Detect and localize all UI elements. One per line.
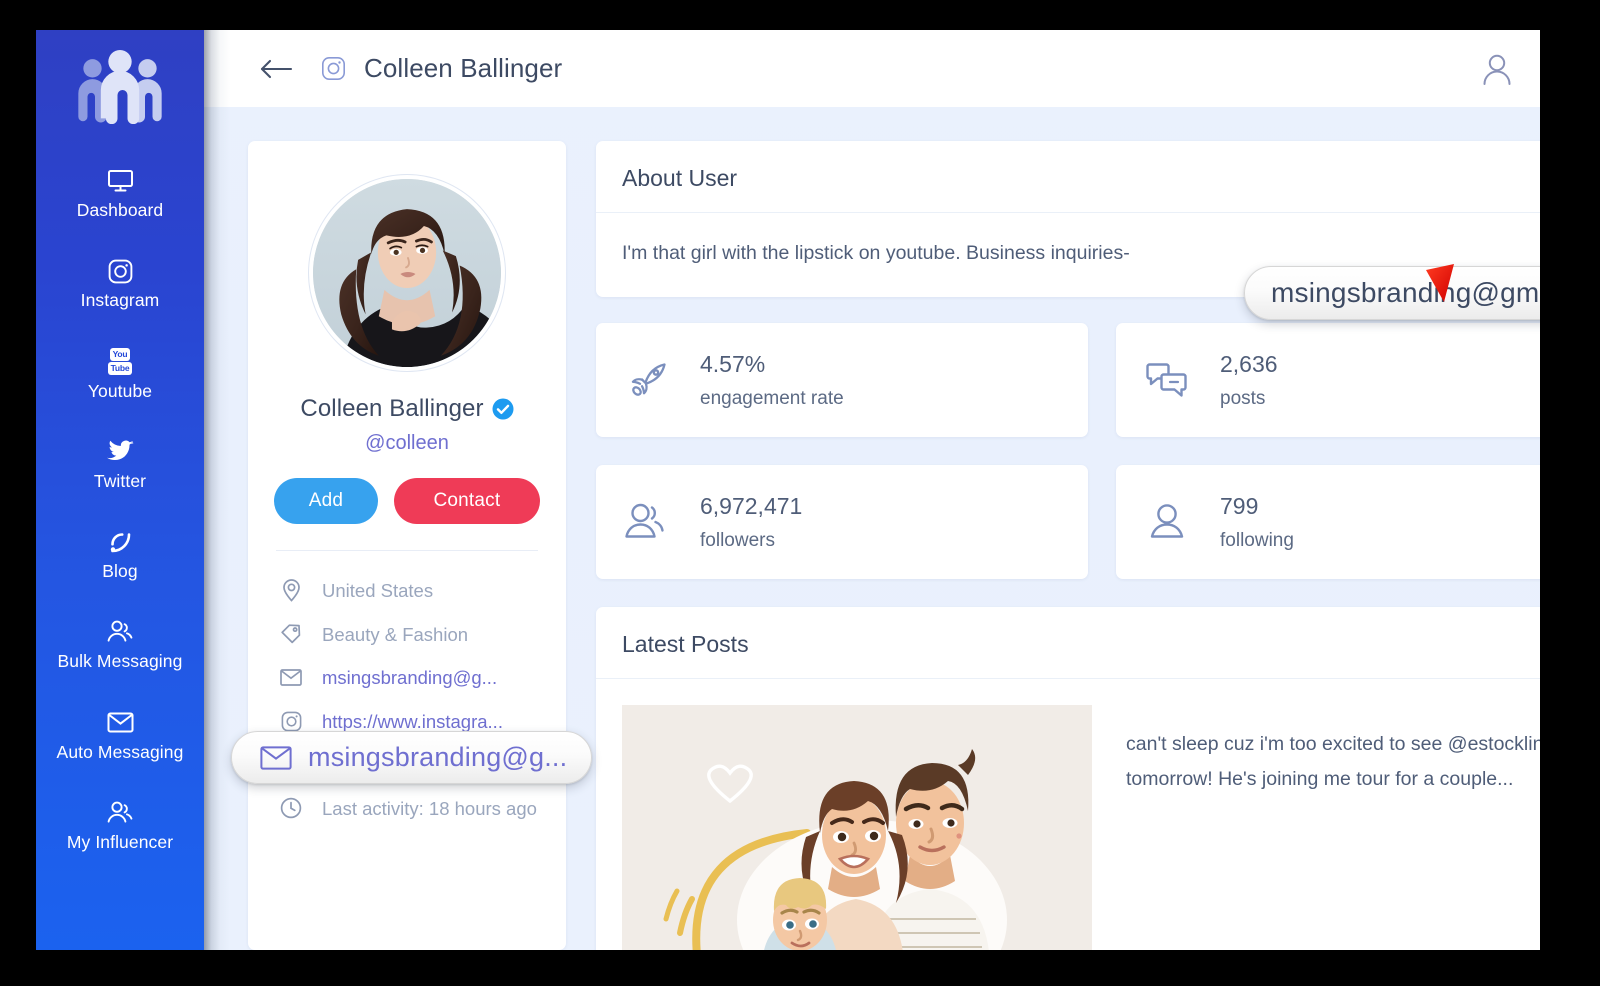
instagram-icon: [108, 258, 133, 284]
meta-row-category: Beauty & Fashion: [274, 621, 540, 650]
youtube-badge-bottom: Tube: [107, 362, 133, 375]
user-outline-icon: [1144, 499, 1190, 545]
sidebar-item-label: Auto Messaging: [56, 741, 184, 762]
stat-value: 6,972,471: [700, 492, 803, 519]
envelope-icon: [280, 665, 302, 689]
twitter-icon: [106, 439, 134, 465]
sidebar-item-label: Bulk Messaging: [57, 651, 183, 672]
profile-name-row: Colleen Ballinger: [274, 395, 540, 423]
stat-value: 2,636: [1220, 350, 1278, 377]
sidebar-item-my-influencer[interactable]: My Influencer: [36, 792, 204, 860]
sidebar-item-label: Youtube: [87, 380, 153, 401]
profile-card: Colleen Ballinger @colleen Add Contact U…: [248, 141, 566, 950]
add-button[interactable]: Add: [274, 478, 378, 524]
stat-label: following: [1220, 530, 1294, 552]
envelope-icon: [260, 745, 292, 770]
email-tooltip-text: msingsbranding@gmail.com: [1271, 277, 1540, 308]
followers-icon: [624, 499, 670, 545]
monitor-icon: [107, 168, 134, 194]
rss-icon: [108, 529, 132, 555]
main-area: Colleen Ballinger Colleen Ballinger @col…: [204, 30, 1540, 950]
divider: [276, 550, 538, 551]
about-user-title: About User: [622, 165, 738, 191]
meta-label: msingsbranding@g...: [322, 667, 498, 689]
sidebar-item-auto-messaging[interactable]: Auto Messaging: [36, 702, 204, 770]
rocket-icon: [624, 357, 670, 403]
sidebar: Dashboard Instagram You Tube Youtube Twi…: [36, 30, 204, 950]
profile-name: Colleen Ballinger: [300, 395, 484, 422]
latest-posts-card: Latest Posts can't sleep cuz i'm too exc…: [596, 607, 1540, 950]
meta-label: United States: [322, 580, 434, 601]
post-thumbnail[interactable]: [622, 705, 1092, 950]
stat-label: followers: [700, 530, 775, 552]
meta-label: Last activity: 18 hours ago: [322, 798, 537, 820]
meta-label: Beauty & Fashion: [322, 623, 469, 645]
sidebar-item-dashboard[interactable]: Dashboard: [36, 160, 204, 228]
verified-badge-icon: [492, 398, 514, 420]
page-title: Colleen Ballinger: [364, 53, 563, 83]
content-area: Colleen Ballinger @colleen Add Contact U…: [204, 107, 1540, 950]
contact-button[interactable]: Contact: [393, 478, 540, 524]
stat-value: 799: [1220, 492, 1259, 519]
stat-card-posts: 2,636 posts: [1116, 323, 1540, 438]
sidebar-item-label: Twitter: [93, 470, 147, 491]
sidebar-item-twitter[interactable]: Twitter: [36, 431, 204, 499]
arrow-left-icon[interactable]: [259, 58, 293, 80]
avatar: [309, 175, 505, 371]
comments-icon: [1144, 357, 1190, 403]
detail-column: About User I'm that girl with the lipsti…: [596, 141, 1540, 950]
email-tooltip-profile: msingsbranding@g...: [231, 731, 593, 784]
stat-card-engagement-rate: 4.57% engagement rate: [596, 323, 1088, 438]
clock-icon: [280, 796, 302, 820]
envelope-icon: [107, 710, 134, 736]
sidebar-item-label: My Influencer: [66, 831, 174, 852]
users-icon: [106, 800, 134, 826]
top-bar: Colleen Ballinger: [204, 30, 1540, 107]
post-item[interactable]: can't sleep cuz i'm too excited to see @…: [596, 679, 1540, 950]
latest-posts-title: Latest Posts: [622, 631, 749, 658]
stat-label: engagement rate: [700, 388, 844, 410]
stat-card-followers: 6,972,471 followers: [596, 465, 1088, 580]
location-pin-icon: [280, 578, 302, 602]
meta-row-location: United States: [274, 577, 540, 606]
meta-row-last-activity: Last activity: 18 hours ago: [274, 795, 540, 824]
sidebar-item-bulk-messaging[interactable]: Bulk Messaging: [36, 611, 204, 679]
sidebar-item-label: Instagram: [80, 290, 160, 311]
user-account-icon[interactable]: [1480, 53, 1514, 85]
instagram-icon[interactable]: [321, 56, 346, 81]
sidebar-item-youtube[interactable]: You Tube Youtube: [36, 341, 204, 409]
meta-row-email[interactable]: msingsbranding@g...: [274, 664, 540, 693]
influencer-group-logo[interactable]: [70, 46, 170, 124]
stat-card-following: 799 following: [1116, 465, 1540, 580]
youtube-badge-top: You: [109, 348, 131, 361]
app-window: Dashboard Instagram You Tube Youtube Twi…: [36, 30, 1540, 950]
youtube-icon: You Tube: [107, 348, 133, 375]
profile-actions: Add Contact: [274, 478, 540, 524]
sidebar-item-instagram[interactable]: Instagram: [36, 250, 204, 318]
sidebar-item-label: Dashboard: [76, 200, 164, 220]
sidebar-item-blog[interactable]: Blog: [36, 521, 204, 589]
instagram-icon: [280, 709, 302, 733]
sidebar-item-label: Blog: [102, 561, 138, 581]
stat-label: posts: [1220, 388, 1266, 410]
stat-value: 4.57%: [700, 350, 766, 377]
post-caption: can't sleep cuz i'm too excited to see @…: [1126, 733, 1540, 790]
profile-handle[interactable]: @colleen: [274, 432, 540, 455]
email-tooltip-about: msingsbranding@gmail.com: [1244, 266, 1540, 320]
profile-meta-list: United States Beauty & Fashion msingsbra…: [274, 577, 540, 824]
tag-icon: [280, 622, 302, 646]
users-icon: [106, 619, 134, 645]
stats-grid: 4.57% engagement rate 2,636 posts 6,972,…: [596, 323, 1540, 580]
email-tooltip-text: msingsbranding@g...: [308, 742, 568, 772]
